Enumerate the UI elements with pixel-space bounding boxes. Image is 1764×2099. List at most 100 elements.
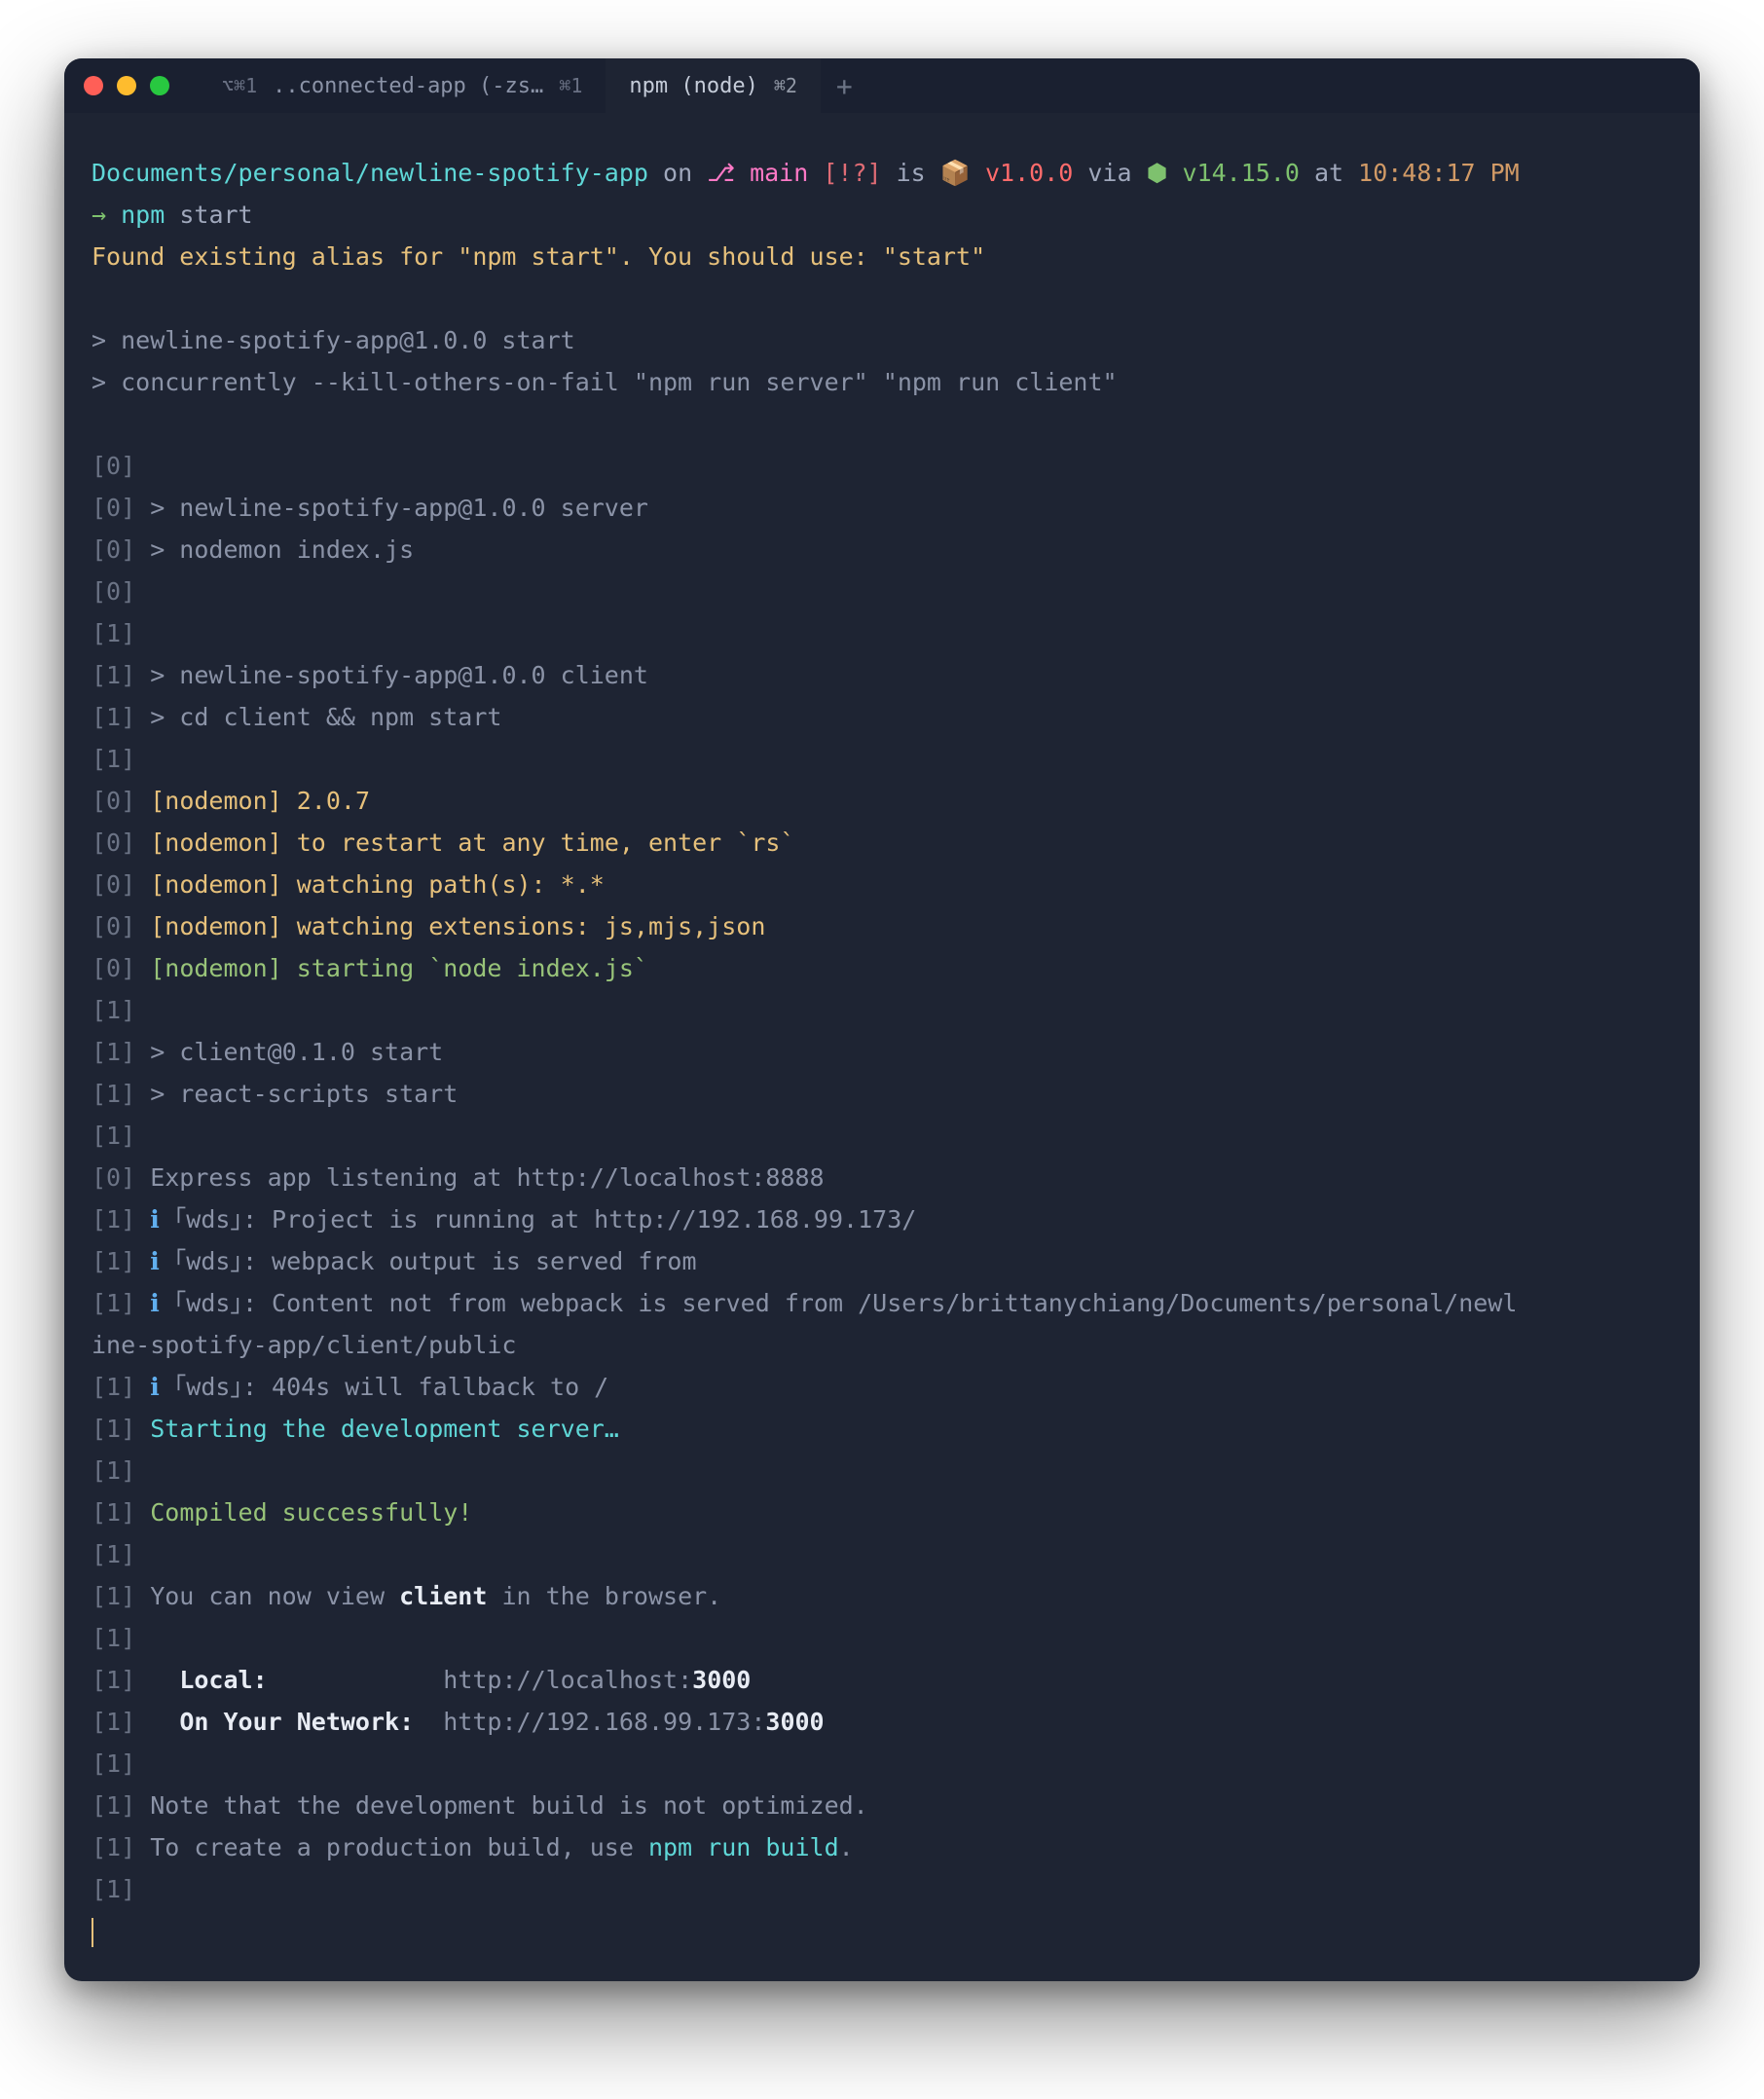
tab-label: ..connected-app (-zs… <box>273 74 543 98</box>
prefix-1: [1] <box>92 1791 135 1820</box>
blank-line <box>92 277 1672 319</box>
tab-icon-shortcut: ⌥⌘1 <box>222 74 257 97</box>
prefix-1: [1] <box>92 1038 135 1066</box>
prefix-1: [1] <box>92 1749 135 1778</box>
note-line: To create a production build, use <box>135 1833 648 1861</box>
node-icon: ⬢ <box>1147 159 1168 187</box>
pad <box>414 1708 443 1736</box>
prefix-0: [0] <box>92 870 135 899</box>
info-icon: ℹ <box>135 1247 160 1275</box>
prefix-0: [0] <box>92 452 135 480</box>
titlebar: ⌥⌘1 ..connected-app (-zs… ⌘1 npm (node) … <box>64 58 1700 113</box>
wds-line: : Content not from webpack is served fro… <box>242 1289 1517 1317</box>
compiled-line: Compiled successfully! <box>150 1498 472 1527</box>
nodemon-tag: [nodemon] <box>150 954 281 982</box>
prefix-0: [0] <box>92 535 135 564</box>
cursor <box>92 1918 93 1947</box>
close-icon[interactable] <box>84 76 103 95</box>
network-url: http://192.168.99.173: <box>443 1708 765 1736</box>
output-line: > nodemon index.js <box>135 535 414 564</box>
wds-line: : Project is running at http://192.168.9… <box>242 1205 916 1234</box>
local-url: http://localhost: <box>443 1666 692 1694</box>
traffic-lights <box>84 76 169 95</box>
prefix-1: [1] <box>92 1875 135 1903</box>
prefix-0: [0] <box>92 954 135 982</box>
tab-shortcut: ⌘1 <box>559 74 582 97</box>
info-icon: ℹ <box>135 1205 160 1234</box>
prefix-1: [1] <box>92 996 135 1024</box>
wds-tag: ｢wds｣ <box>174 1247 242 1275</box>
prefix-0: [0] <box>92 494 135 522</box>
express-line: Express app listening at http://localhos… <box>135 1163 824 1192</box>
output-line: > newline-spotify-app@1.0.0 client <box>135 661 648 689</box>
prompt-at: at <box>1314 159 1343 187</box>
wds-tag: ｢wds｣ <box>174 1205 242 1234</box>
prefix-1: [1] <box>92 1708 135 1736</box>
network-label: On Your Network: <box>179 1708 414 1736</box>
tab-1[interactable]: ⌥⌘1 ..connected-app (-zs… ⌘1 <box>199 58 606 113</box>
nodemon-line: watching path(s): *.* <box>282 870 605 899</box>
info-icon: ℹ <box>135 1289 160 1317</box>
local-port: 3000 <box>692 1666 751 1694</box>
prefix-1: [1] <box>92 703 135 731</box>
prefix-1: [1] <box>92 1498 135 1527</box>
output-line: > client@0.1.0 start <box>135 1038 443 1066</box>
prompt-path: Documents/personal/newline-spotify-app <box>92 159 648 187</box>
tab-label: npm (node) <box>629 74 757 98</box>
starting-line: Starting the development server… <box>150 1415 619 1443</box>
prefix-1: [1] <box>92 1456 135 1485</box>
wds-tag: ｢wds｣ <box>174 1373 242 1401</box>
maximize-icon[interactable] <box>150 76 169 95</box>
pad <box>268 1666 429 1694</box>
alias-line: Found existing alias for "npm start". Yo… <box>92 236 1672 277</box>
prefix-1: [1] <box>92 1247 135 1275</box>
package-icon: 📦 <box>940 159 971 187</box>
local-label: Local: <box>179 1666 267 1694</box>
prefix-1: [1] <box>92 1582 135 1610</box>
prefix-1: [1] <box>92 1122 135 1150</box>
prompt-version: v1.0.0 <box>985 159 1073 187</box>
prefix-1: [1] <box>92 1666 135 1694</box>
prefix-1: [1] <box>92 661 135 689</box>
prefix-0: [0] <box>92 1163 135 1192</box>
tab-shortcut: ⌘2 <box>774 74 797 97</box>
nodemon-line: starting `node index.js` <box>282 954 648 982</box>
prompt-via: via <box>1087 159 1131 187</box>
prefix-1: [1] <box>92 1624 135 1652</box>
prompt-branch: main <box>750 159 808 187</box>
prefix-1: [1] <box>92 1373 135 1401</box>
prefix-0: [0] <box>92 787 135 815</box>
tab-2[interactable]: npm (node) ⌘2 <box>606 58 821 113</box>
prompt-on: on <box>663 159 692 187</box>
prefix-0: [0] <box>92 912 135 940</box>
nodemon-tag: [nodemon] <box>150 829 281 857</box>
wds-line: : 404s will fallback to / <box>242 1373 608 1401</box>
cmd-npm: npm <box>121 201 165 229</box>
prefix-1: [1] <box>92 745 135 773</box>
info-icon: ℹ <box>135 1373 160 1401</box>
prefix-1: [1] <box>92 1080 135 1108</box>
prefix-1: [1] <box>92 1833 135 1861</box>
output-line: > react-scripts start <box>135 1080 458 1108</box>
cmd-start: start <box>179 201 252 229</box>
prefix-1: [1] <box>92 1540 135 1568</box>
note-period: . <box>839 1833 854 1861</box>
wds-tag: ｢wds｣ <box>174 1289 242 1317</box>
view-client: client <box>399 1582 487 1610</box>
terminal-output[interactable]: Documents/personal/newline-spotify-app o… <box>64 113 1700 1981</box>
prefix-0: [0] <box>92 829 135 857</box>
branch-icon: ⎇ <box>707 159 735 187</box>
wds-line-wrap: ine-spotify-app/client/public <box>92 1324 1672 1366</box>
minimize-icon[interactable] <box>117 76 136 95</box>
nodemon-tag: [nodemon] <box>150 870 281 899</box>
nodemon-line: watching extensions: js,mjs,json <box>282 912 766 940</box>
prefix-1: [1] <box>92 1205 135 1234</box>
prompt-time: 10:48:17 PM <box>1358 159 1520 187</box>
prompt-arrow: → <box>92 201 106 229</box>
output-line: > newline-spotify-app@1.0.0 server <box>135 494 648 522</box>
blank-line <box>92 403 1672 445</box>
prefix-1: [1] <box>92 1289 135 1317</box>
npm-run-build: npm run build <box>648 1833 839 1861</box>
new-tab-button[interactable]: + <box>821 58 868 113</box>
view-line: You can now view <box>135 1582 399 1610</box>
